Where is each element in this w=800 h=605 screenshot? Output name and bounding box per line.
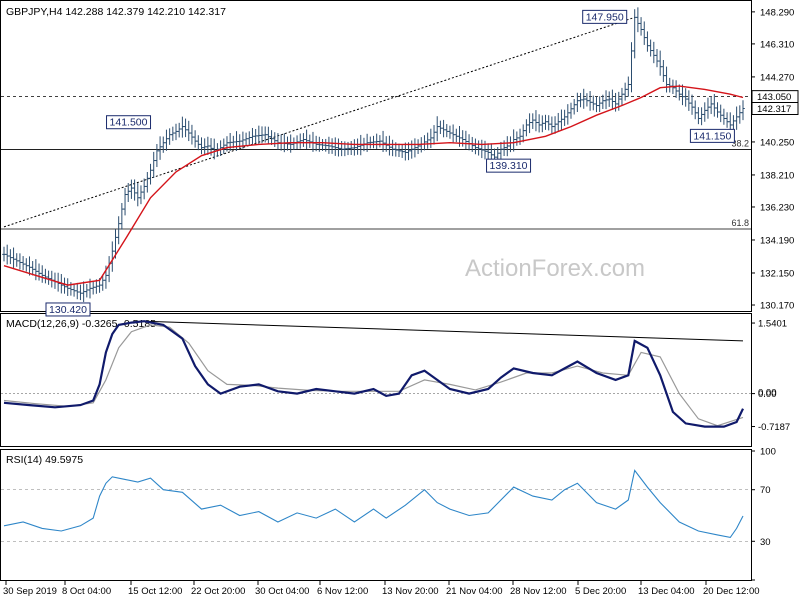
resistance-price-label: 143.050 [757, 92, 791, 103]
chart-window: ActionForex.com GBPJPY,H4 142.288 142.37… [0, 0, 800, 600]
time-tick-label: 30 Oct 04:00 [255, 586, 309, 597]
price-y-tick-label: 140.250 [760, 137, 794, 148]
time-tick-label: 22 Oct 20:00 [191, 586, 245, 597]
time-tick-label: 13 Nov 20:00 [382, 586, 439, 597]
price-y-tick-label: 146.310 [760, 39, 794, 50]
price-annotation-label: 130.420 [49, 304, 87, 316]
price-y-tick-label: 148.290 [760, 7, 794, 18]
price-y-tick-label: 144.270 [760, 72, 794, 83]
price-annotation: 141.150 [689, 128, 735, 143]
price-annotation-label: 141.500 [110, 117, 148, 129]
rsi-y-axis: 100 70 30 [751, 447, 776, 581]
price-annotation: 139.310 [486, 158, 532, 173]
rsi-y-tick-label: 30 [760, 537, 771, 548]
time-tick-label: 8 Oct 04:00 [62, 586, 111, 597]
time-tick-label: 30 Sep 2019 [3, 586, 57, 597]
price-y-axis: 148.290146.310144.270142.230140.250138.2… [751, 7, 799, 312]
macd-y-axis: 1.54010.00-0.71870.00 [751, 319, 790, 433]
price-y-tick-label: 134.190 [760, 235, 794, 246]
price-annotation: 141.500 [106, 115, 152, 130]
time-axis: 30 Sep 2019 8 Oct 04:00 15 Oct 12:00 22 Oct… [3, 581, 760, 597]
time-tick-label: 21 Nov 04:00 [446, 586, 503, 597]
chart-canvas: ActionForex.com GBPJPY,H4 142.288 142.37… [0, 0, 799, 597]
macd-y-tick-label: 1.5401 [758, 319, 787, 330]
price-panel-title: GBPJPY,H4 142.288 142.379 142.210 142.31… [6, 6, 226, 18]
rsi-panel [0, 449, 752, 581]
macd-overlay-tick-label: 0.00 [758, 388, 777, 399]
fib-level-label: 61.8 [731, 218, 749, 228]
time-tick-label: 13 Dec 04:00 [638, 586, 695, 597]
time-tick-label: 6 Nov 12:00 [317, 586, 368, 597]
price-annotation: 147.950 [582, 9, 628, 24]
price-y-tick-label: 136.230 [760, 202, 794, 213]
last-price-label: 142.317 [757, 104, 791, 115]
price-annotation-label: 147.950 [586, 11, 624, 23]
price-annotation-label: 139.310 [490, 160, 528, 172]
time-tick-label: 15 Oct 12:00 [128, 586, 182, 597]
price-annotation: 130.420 [45, 302, 91, 317]
price-y-tick-label: 130.170 [760, 301, 794, 312]
macd-y-tick-label: -0.7187 [758, 422, 790, 433]
price-y-tick-label: 138.210 [760, 170, 794, 181]
time-tick-label: 5 Dec 20:00 [575, 586, 626, 597]
time-tick-label: 20 Dec 12:00 [703, 586, 760, 597]
rsi-y-tick-label: 100 [760, 447, 776, 458]
time-tick-label: 28 Nov 12:00 [510, 586, 567, 597]
rsi-panel-title: RSI(14) 49.5975 [6, 454, 83, 466]
watermark: ActionForex.com [465, 255, 645, 282]
price-y-tick-label: 132.150 [760, 268, 794, 279]
price-annotation-label: 141.150 [693, 130, 731, 142]
resistance-price-box: 143.050 [751, 90, 799, 104]
last-price-box: 142.317 [751, 101, 799, 115]
rsi-y-tick-label: 70 [760, 485, 771, 496]
macd-panel-title: MACD(12,26,9) -0.3265 -0.5185 [6, 318, 156, 330]
